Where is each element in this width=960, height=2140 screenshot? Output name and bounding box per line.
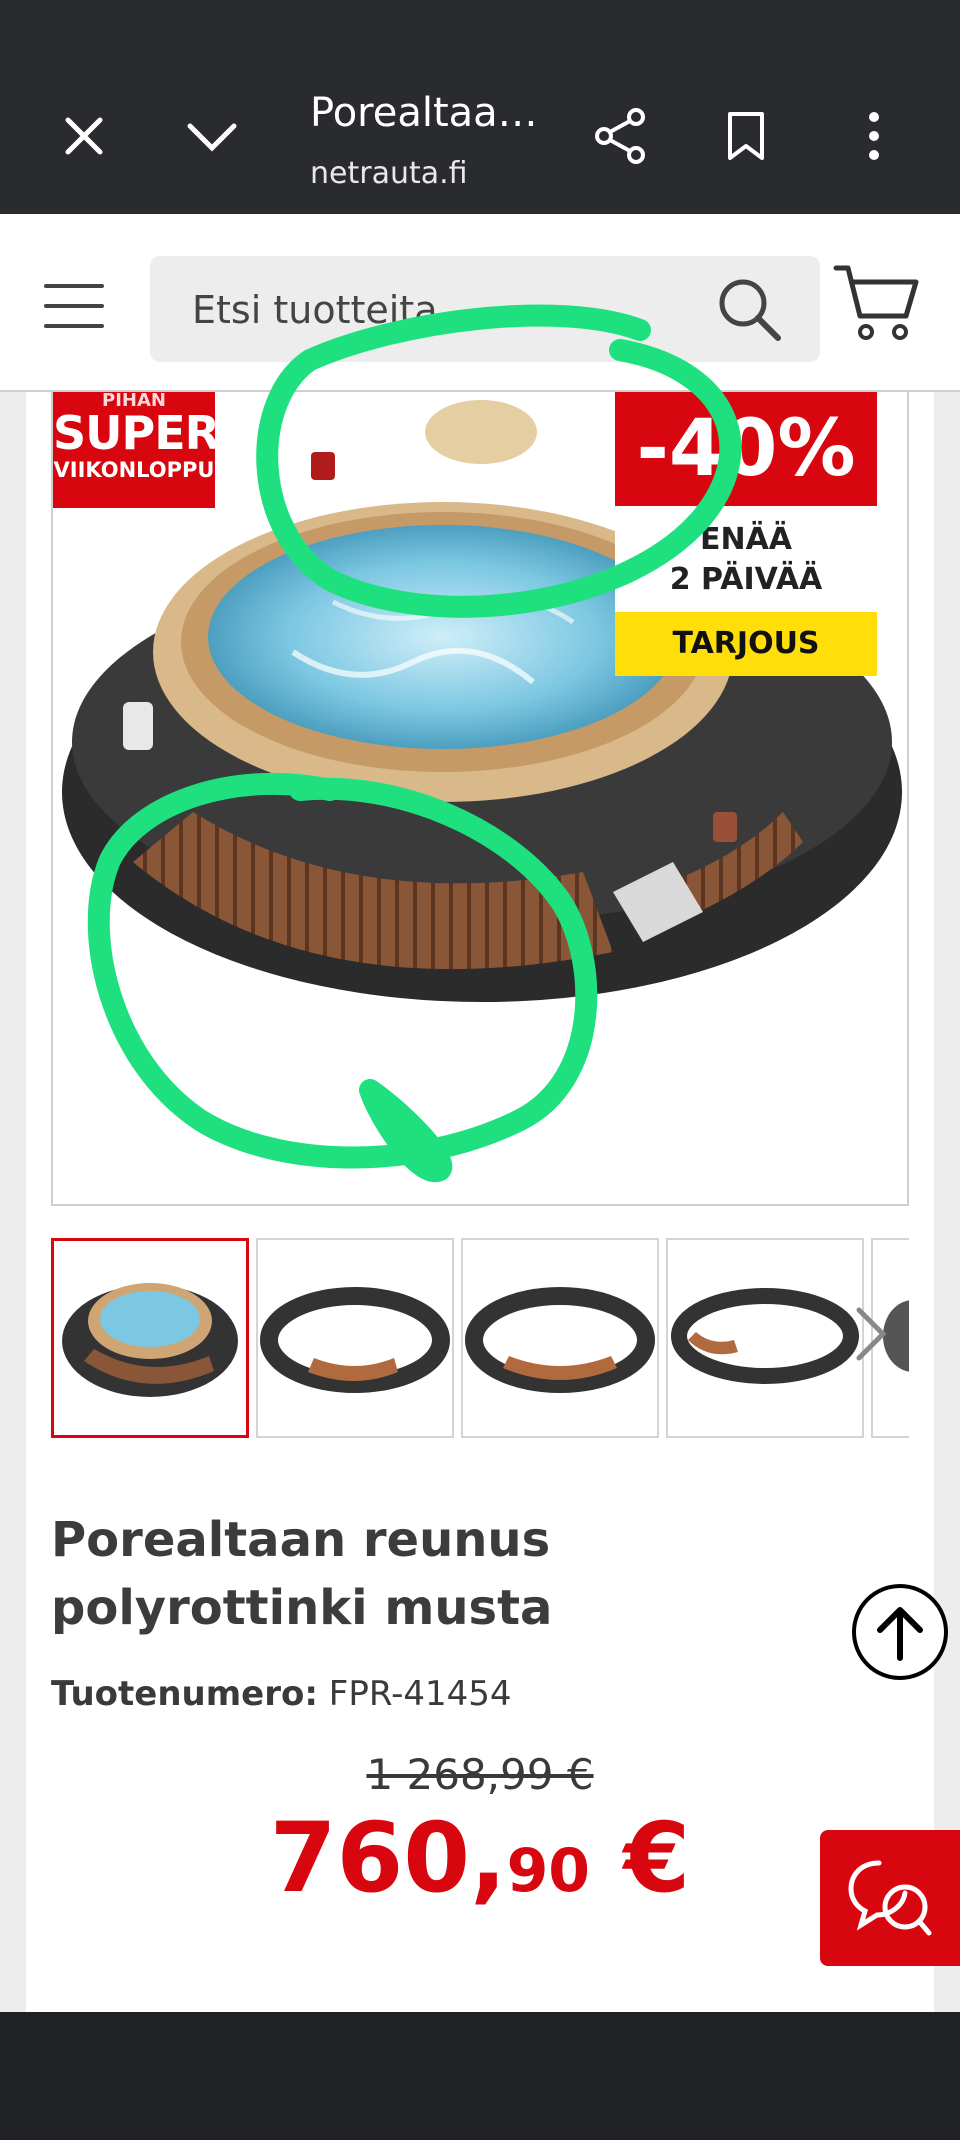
chevron-down-icon[interactable] [176, 100, 248, 172]
chat-icon [848, 1860, 932, 1936]
offer-label: TARJOUS [615, 612, 877, 676]
thumbnail-2[interactable] [256, 1238, 454, 1438]
days-left-line2: 2 PÄIVÄÄ [669, 562, 823, 597]
old-price: 1 268,99 € [366, 1750, 594, 1799]
cart-icon[interactable] [832, 260, 922, 350]
main-product-image[interactable]: PIHAN SUPER VIIKONLOPPU -40% ENÄÄ 2 PÄIV… [51, 392, 909, 1206]
search-input[interactable]: Etsi tuotteita [150, 256, 820, 362]
sku-label: Tuotenumero: [51, 1674, 318, 1714]
super-weekend-badge: PIHAN SUPER VIIKONLOPPU [53, 392, 220, 508]
thumbnail-4[interactable] [666, 1238, 864, 1438]
scroll-to-top-button[interactable] [852, 1584, 948, 1680]
price-decimal: 90 [506, 1836, 591, 1906]
price-currency: € [590, 1802, 691, 1914]
discount-percent: -40% [615, 392, 877, 506]
more-options-icon[interactable] [838, 100, 910, 172]
arrow-up-icon [877, 1607, 923, 1661]
page-url[interactable]: netrauta.fi [310, 156, 468, 191]
product-sku: Tuotenumero: FPR-41454 [51, 1674, 512, 1714]
days-left: ENÄÄ 2 PÄIVÄÄ [615, 506, 877, 612]
site-header: Etsi tuotteita [0, 214, 960, 392]
share-icon[interactable] [584, 100, 656, 172]
chat-button[interactable] [820, 1830, 960, 1966]
bookmark-icon[interactable] [710, 100, 782, 172]
search-icon[interactable] [714, 274, 784, 348]
badge-super-line1: PIHAN [102, 392, 166, 411]
thumbnail-1[interactable] [51, 1238, 249, 1438]
chevron-right-icon[interactable] [851, 1304, 891, 1368]
sku-value: FPR-41454 [328, 1674, 512, 1714]
days-left-line1: ENÄÄ [699, 522, 793, 557]
thumbnail-3[interactable] [461, 1238, 659, 1438]
price-integer: 760, [269, 1802, 507, 1914]
badge-super-line3: VIIKONLOPPU [53, 458, 215, 482]
search-placeholder: Etsi tuotteita [192, 288, 438, 332]
thumbnail-strip [51, 1238, 909, 1438]
badge-super-line2: SUPER [53, 406, 220, 460]
menu-icon[interactable] [44, 284, 104, 328]
close-icon[interactable] [48, 100, 120, 172]
product-content: PIHAN SUPER VIIKONLOPPU -40% ENÄÄ 2 PÄIV… [26, 392, 934, 2012]
product-title: Porealtaan reunus polyrottinki musta [51, 1512, 553, 1636]
page-title[interactable]: Porealtaa… [310, 90, 538, 136]
web-page: Etsi tuotteita PIHAN SUPER VIIKONLOPPU -… [0, 214, 960, 2012]
discount-badge: -40% ENÄÄ 2 PÄIVÄÄ TARJOUS [615, 392, 877, 676]
current-price: 760,90 € [26, 1802, 934, 1914]
browser-toolbar: Porealtaa… netrauta.fi [0, 0, 960, 214]
